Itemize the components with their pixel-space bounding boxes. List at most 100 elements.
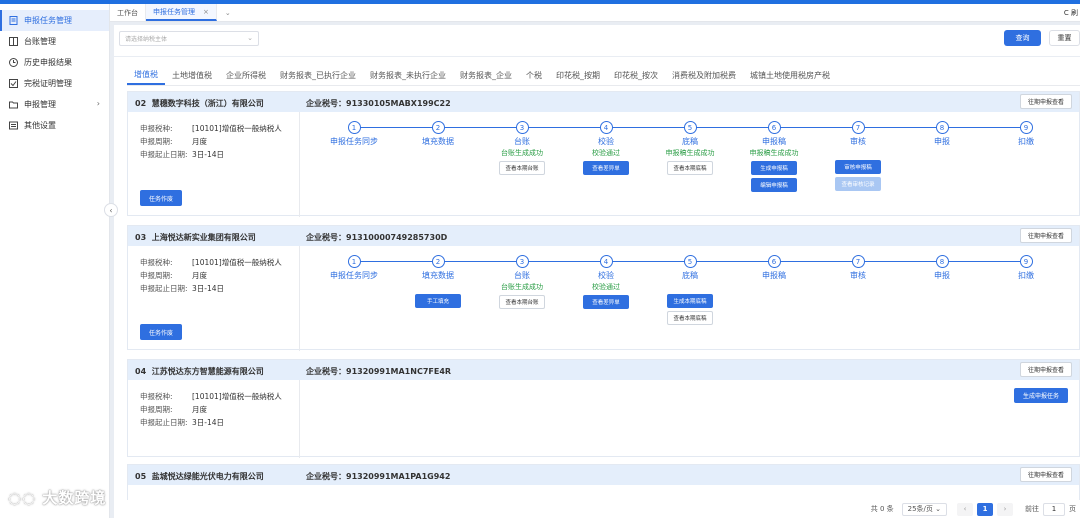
company-name: 03 上海悦达新实业集团有限公司 [135, 233, 256, 242]
company-name: 05 盐城悦达绿能光伏电力有限公司 [135, 472, 264, 481]
company-card: 05 盐城悦达绿能光伏电力有限公司 企业税号：91320991MA1PA1G94… [127, 464, 1080, 504]
tax-type-tabs: 增值税 土地增值税 企业所得税 财务报表_已执行企业 财务报表_未执行企业 财务… [127, 65, 837, 85]
reset-button[interactable]: 重置 [1049, 30, 1080, 46]
sidebar-item-history[interactable]: 历史申报结果 [0, 52, 109, 73]
taxpayer-select[interactable]: 请选择纳税主体 ⌄ [119, 31, 259, 46]
sidebar-item-tax-cert[interactable]: 完税证明管理 [0, 73, 109, 94]
sidebar-item-label: 申报管理 [24, 100, 56, 109]
sidebar-collapse-button[interactable]: ‹ [104, 203, 118, 217]
tab-land-property-tax[interactable]: 城镇土地使用税房产税 [743, 65, 837, 85]
tab-personal-tax[interactable]: 个税 [519, 65, 549, 85]
chevron-left-icon: ‹ [109, 205, 113, 215]
history-view-button[interactable]: 往期申报查看 [1020, 362, 1072, 377]
declare-info: 申报税种: [10101]增值税一般纳税人 申报周期: 月度 申报起止日期: 3日-1… [140, 392, 282, 427]
tab-vat[interactable]: 增值税 [127, 65, 165, 85]
task-void-button[interactable]: 任务作废 [140, 190, 182, 206]
review-declare-draft-button[interactable]: 审核申报稿 [835, 160, 881, 174]
settings-icon [9, 121, 18, 130]
edit-declare-draft-button[interactable]: 编辑申报稿 [751, 178, 797, 192]
tab-home[interactable]: 工作台 [110, 4, 146, 21]
card-body: 申报税种: [10101]增值税一般纳税人 申报周期: 月度 申报起止日期: 3日-1… [128, 380, 1079, 458]
prev-page-button[interactable]: ‹ [957, 502, 973, 516]
tab-consumption-tax[interactable]: 消费税及附加税费 [665, 65, 743, 85]
sidebar-item-label: 台账管理 [24, 37, 56, 46]
company-name: 02 慧穗数字科技（浙江）有限公司 [135, 99, 264, 108]
next-page-button[interactable]: › [997, 502, 1013, 516]
history-view-button[interactable]: 往期申报查看 [1020, 467, 1072, 482]
card-header: 04 江苏悦达东方智慧能源有限公司 企业税号：91320991MA1NC7FE4… [128, 360, 1079, 380]
tab-fin-report-enterprise[interactable]: 财务报表_企业 [453, 65, 519, 85]
manual-fill-button[interactable]: 手工填充 [415, 294, 461, 308]
status-text: 校验通过 [592, 149, 620, 157]
company-tax-no: 企业税号：91330105MABX199C22 [306, 99, 451, 108]
view-draft-button[interactable]: 查看本期底稿 [667, 311, 713, 325]
sidebar: 申报任务管理 台账管理 历史申报结果 完税证明管理 申报管理 › 其他设置 [0, 4, 110, 518]
tab-stamp-tax-times[interactable]: 印花税_按次 [607, 65, 665, 85]
status-text: 台账生成成功 [501, 149, 543, 157]
generate-declare-draft-button[interactable]: 生成申报稿 [751, 161, 797, 175]
status-text: 申报稿生成成功 [749, 149, 799, 157]
page-number[interactable]: 1 [977, 502, 993, 516]
status-text: 校验通过 [592, 283, 620, 291]
chevron-down-icon: ⌄ [935, 505, 941, 513]
divider [299, 112, 300, 217]
tab-corporate-income-tax[interactable]: 企业所得税 [219, 65, 273, 85]
tab-stamp-tax-period[interactable]: 印花税_按期 [549, 65, 607, 85]
tab-land-vat[interactable]: 土地增值税 [165, 65, 219, 85]
close-icon[interactable]: × [203, 8, 209, 16]
company-name: 04 江苏悦达东方智慧能源有限公司 [135, 367, 264, 376]
goto-unit: 页 [1069, 505, 1076, 513]
step-review: 7 审核 审核申报稿 查看审核记录 [818, 121, 898, 191]
divider [299, 380, 300, 458]
step-declare-draft: 6 申报稿 申报稿生成成功 生成申报稿 编辑申报稿 [734, 121, 814, 192]
step-draft: 5 底稿 生成本期底稿 查看本期底稿 [650, 255, 730, 325]
step-declare: 8 申报 [902, 255, 982, 281]
generate-draft-button[interactable]: 生成本期底稿 [667, 294, 713, 308]
tab-label: 申报任务管理 [153, 7, 195, 16]
task-void-button[interactable]: 任务作废 [140, 324, 182, 340]
taxpayer-select-placeholder: 请选择纳税主体 [125, 36, 168, 43]
company-card: 02 慧穗数字科技（浙江）有限公司 企业税号：91330105MABX199C2… [127, 91, 1080, 217]
view-ledger-button[interactable]: 查看本期台账 [499, 295, 545, 309]
card-body: 申报税种: [10101]增值税一般纳税人 申报周期: 月度 申报起止日期: 3日-1… [128, 112, 1079, 217]
chevron-right-icon: › [96, 99, 100, 108]
tab-fin-report-not-executed[interactable]: 财务报表_未执行企业 [363, 65, 453, 85]
generate-task-button[interactable]: 生成申报任务 [1014, 388, 1068, 403]
view-draft-button[interactable]: 查看本期底稿 [667, 161, 713, 175]
sidebar-item-ledger[interactable]: 台账管理 [0, 31, 109, 52]
page-size-select[interactable]: 25条/页 ⌄ [901, 502, 947, 516]
step-withhold: 9 扣缴 [986, 255, 1066, 281]
logo-icon: ◌◌ [8, 489, 37, 507]
step-ledger: 3 台账 台账生成成功 查看本期台账 [482, 121, 562, 175]
page-size-label: 25条/页 [907, 505, 933, 513]
doc-icon [9, 16, 18, 25]
goto-page-input[interactable]: 1 [1043, 502, 1065, 516]
step-draft: 5 底稿 申报稿生成成功 查看本期底稿 [650, 121, 730, 175]
view-review-record-button[interactable]: 查看审核记录 [835, 177, 881, 191]
card-body: 申报税种: [10101]增值税一般纳税人 申报周期: 月度 申报起止日期: 3日-1… [128, 246, 1079, 351]
sidebar-item-task-management[interactable]: 申报任务管理 [0, 10, 109, 31]
declare-info: 申报税种: [10101]增值税一般纳税人 申报周期: 月度 申报起止日期: 3日-1… [140, 258, 282, 293]
view-diff-button[interactable]: 查看差异单 [583, 295, 629, 309]
card-header: 02 慧穗数字科技（浙江）有限公司 企业税号：91330105MABX199C2… [128, 92, 1079, 112]
tabs-more-icon[interactable]: ⌄ [217, 4, 239, 21]
sidebar-item-declare[interactable]: 申报管理 › [0, 94, 109, 115]
history-view-button[interactable]: 往期申报查看 [1020, 228, 1072, 243]
query-button[interactable]: 查询 [1004, 30, 1041, 46]
sidebar-item-settings[interactable]: 其他设置 [0, 115, 109, 136]
view-diff-button[interactable]: 查看差异单 [583, 161, 629, 175]
status-text: 台账生成成功 [501, 283, 543, 291]
watermark-logo: ◌◌ 大数跨境 [8, 487, 106, 508]
sidebar-item-label: 其他设置 [24, 121, 56, 130]
window-tabs: 工作台 申报任务管理 × ⌄ C 刷 [110, 4, 1080, 22]
status-text: 申报稿生成成功 [665, 149, 715, 157]
history-view-button[interactable]: 往期申报查看 [1020, 94, 1072, 109]
refresh-button[interactable]: C 刷 [1064, 8, 1078, 18]
view-ledger-button[interactable]: 查看本期台账 [499, 161, 545, 175]
step-fill-data: 2 填充数据 手工填充 [398, 255, 478, 308]
step-sync: 1 申报任务同步 [314, 121, 394, 147]
filter-bar: 请选择纳税主体 ⌄ 查询 重置 [114, 25, 1080, 56]
step-check: 4 校验 校验通过 查看差异单 [566, 121, 646, 175]
tab-fin-report-executed[interactable]: 财务报表_已执行企业 [273, 65, 363, 85]
tab-task-management[interactable]: 申报任务管理 × [146, 4, 217, 21]
